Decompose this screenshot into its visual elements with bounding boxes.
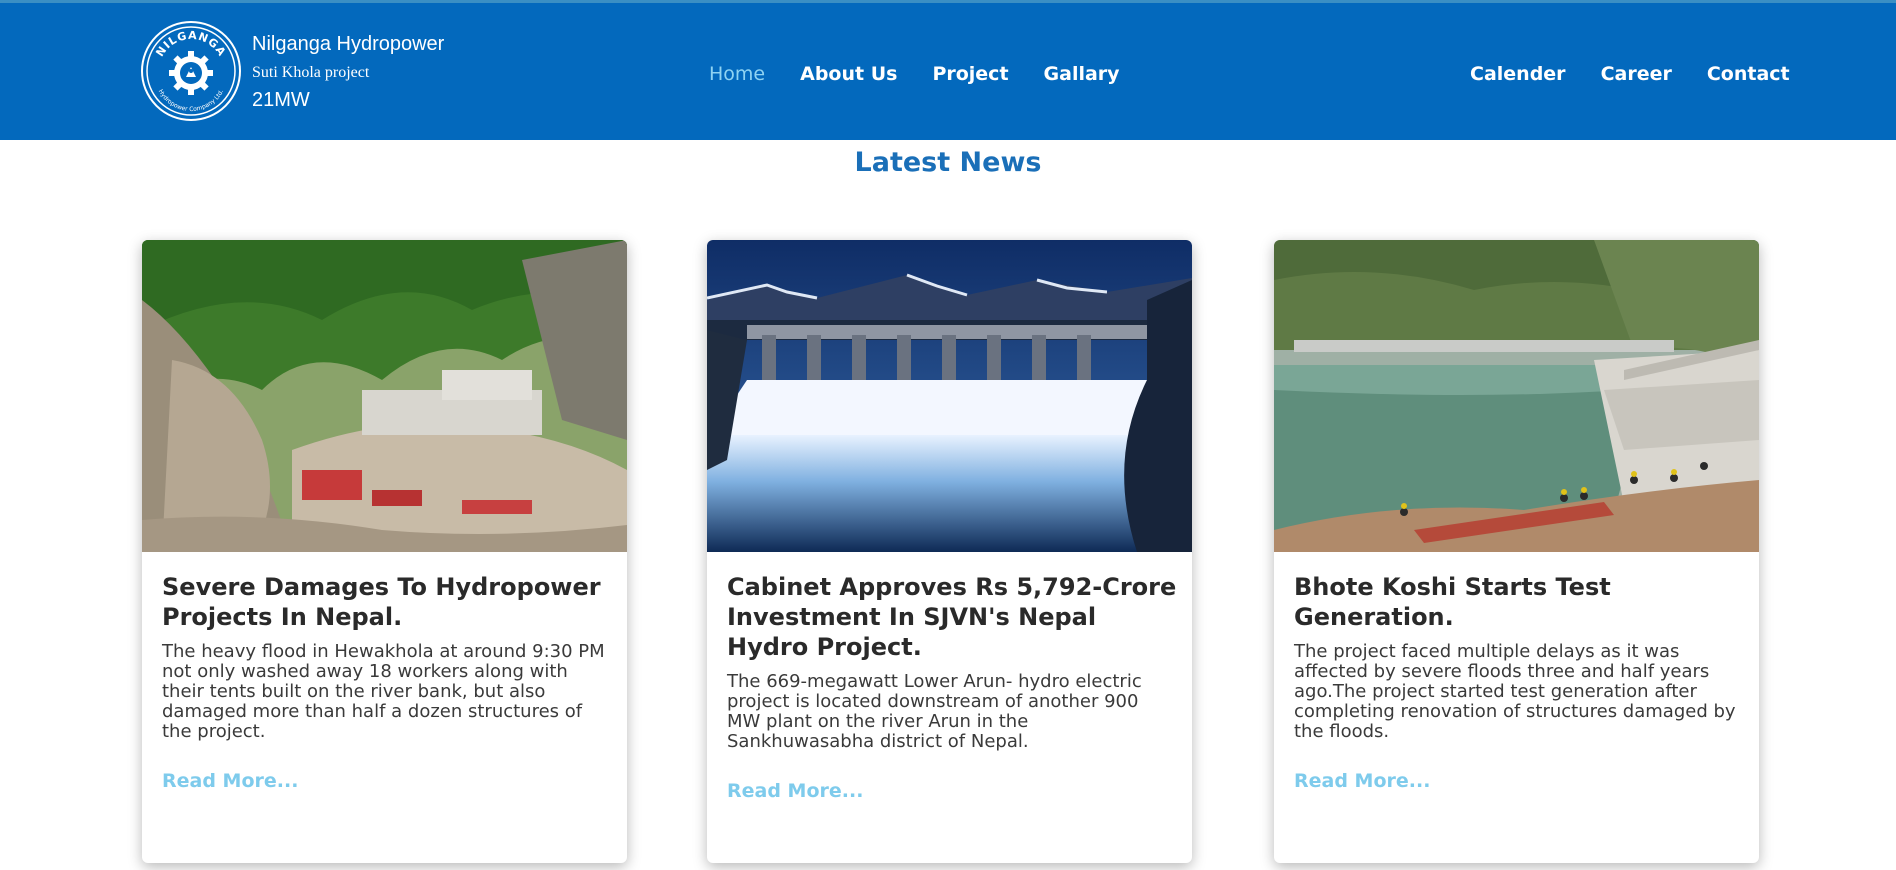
brand-block: Nilganga Hydropower Suti Khola project 2… xyxy=(252,31,444,112)
nav-gallery-link[interactable]: Gallary xyxy=(1044,61,1120,87)
nav-about-us-link[interactable]: About Us xyxy=(800,61,897,87)
nav-contact-link[interactable]: Contact xyxy=(1707,61,1790,87)
news-excerpt: The heavy flood in Hewakhola at around 9… xyxy=(162,641,605,742)
logo-emblem-icon: NILGANGA Hydropower Company Ltd. xyxy=(146,26,236,116)
news-image-flood-damage[interactable] xyxy=(142,240,627,552)
news-excerpt: The project faced multiple delays as it … xyxy=(1294,641,1736,742)
news-title: Cabinet Approves Rs 5,792-Crore Investme… xyxy=(727,573,1177,661)
news-title: Severe Damages To Hydropower Projects In… xyxy=(162,573,601,631)
read-more-link[interactable]: Read More... xyxy=(162,770,612,792)
news-image-reservoir-construction[interactable] xyxy=(1274,240,1759,552)
news-card: Cabinet Approves Rs 5,792-Crore Investme… xyxy=(707,240,1192,863)
read-more-link[interactable]: Read More... xyxy=(727,780,1177,802)
news-excerpt: The 669-megawatt Lower Arun- hydro elect… xyxy=(727,671,1142,752)
main-nav: Home About Us Project Gallary xyxy=(709,61,1120,87)
brand-name: Nilganga Hydropower xyxy=(252,33,445,55)
nav-project-link[interactable]: Project xyxy=(932,61,1008,87)
secondary-nav: Calender Career Contact xyxy=(1470,61,1790,87)
news-card: Severe Damages To Hydropower Projects In… xyxy=(142,240,627,863)
news-title: Bhote Koshi Starts Test Generation. xyxy=(1294,573,1611,631)
site-header: NILGANGA Hydropower Company Ltd. Nilgang… xyxy=(0,3,1896,140)
read-more-link[interactable]: Read More... xyxy=(1294,770,1744,792)
brand-subtitle: Suti Khola project xyxy=(252,64,370,81)
brand-capacity: 21MW xyxy=(252,89,310,111)
nav-career-link[interactable]: Career xyxy=(1601,61,1672,87)
nav-calendar-link[interactable]: Calender xyxy=(1470,61,1566,87)
company-logo[interactable]: NILGANGA Hydropower Company Ltd. xyxy=(141,21,241,121)
nav-home-link[interactable]: Home xyxy=(709,61,765,87)
latest-news-heading: Latest News xyxy=(854,147,1042,178)
news-card: Bhote Koshi Starts Test Generation. The … xyxy=(1274,240,1759,863)
news-image-dam-spillway[interactable] xyxy=(707,240,1192,552)
